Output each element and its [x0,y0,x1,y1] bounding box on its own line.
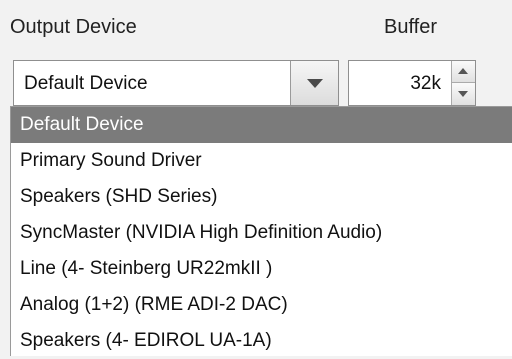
dropdown-item-line-steinberg[interactable]: Line (4- Steinberg UR22mkII ) [11,251,512,287]
chevron-down-icon [307,79,323,88]
output-device-select[interactable]: Default Device [13,60,339,106]
dropdown-item-speakers-edirol[interactable]: Speakers (4- EDIROL UA-1A) [11,323,512,359]
output-device-label: Output Device [10,16,137,38]
dropdown-item-default-device[interactable]: Default Device [11,107,512,143]
buffer-spinner [451,61,475,105]
spin-down-icon [458,91,468,97]
dropdown-item-speakers-shd[interactable]: Speakers (SHD Series) [11,179,512,215]
spin-down-button[interactable] [452,83,475,105]
buffer-value: 32k [410,73,441,94]
spin-up-icon [458,68,468,74]
dropdown-toggle-button[interactable] [290,61,338,105]
output-device-select-value: Default Device [24,73,148,94]
buffer-label: Buffer [384,16,437,38]
dropdown-item-analog-rme[interactable]: Analog (1+2) (RME ADI-2 DAC) [11,287,512,323]
buffer-spinbox[interactable]: 32k [348,60,476,106]
dropdown-item-primary-sound-driver[interactable]: Primary Sound Driver [11,143,512,179]
output-device-dropdown-list: Default Device Primary Sound Driver Spea… [10,106,512,356]
spin-up-button[interactable] [452,61,475,83]
dropdown-item-syncmaster[interactable]: SyncMaster (NVIDIA High Definition Audio… [11,215,512,251]
